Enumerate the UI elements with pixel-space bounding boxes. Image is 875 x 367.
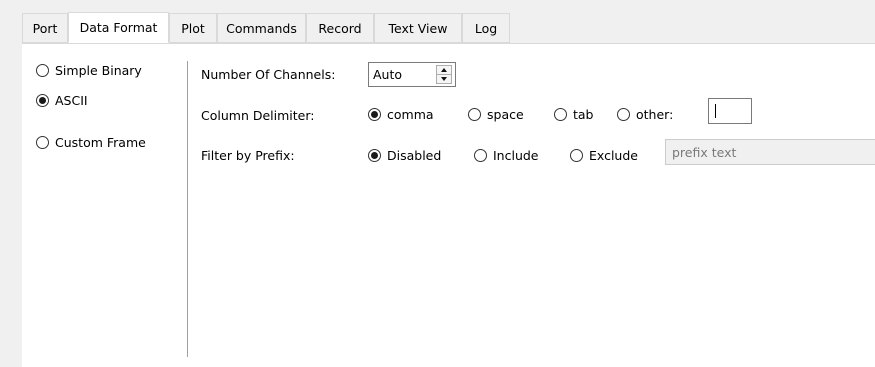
arrow-up-icon — [441, 68, 447, 72]
tab-label: Record — [318, 20, 362, 36]
tab-plot[interactable]: Plot — [169, 13, 217, 43]
serial-plotter-window: Port Data Format Plot Commands Record Te… — [0, 0, 875, 367]
tab-log[interactable]: Log — [462, 13, 510, 43]
tab-label: Commands — [226, 20, 297, 36]
tab-port[interactable]: Port — [22, 13, 68, 43]
tab-record[interactable]: Record — [306, 13, 374, 43]
vertical-divider — [187, 61, 188, 357]
tab-label: Text View — [388, 20, 448, 36]
format-option-label: ASCII — [55, 93, 88, 108]
delimiter-option-label: comma — [387, 107, 434, 122]
radio-unchecked-icon[interactable] — [36, 64, 49, 77]
prefix-text-input[interactable] — [665, 139, 875, 165]
text-caret — [715, 104, 716, 118]
tab-label: Data Format — [79, 20, 158, 35]
radio-unchecked-icon[interactable] — [570, 149, 583, 162]
radio-unchecked-icon[interactable] — [474, 149, 487, 162]
radio-checked-icon[interactable] — [368, 108, 381, 121]
prefix-option-label: Include — [493, 148, 539, 163]
format-option-label: Simple Binary — [55, 63, 142, 78]
delimiter-option-comma[interactable]: comma — [368, 107, 434, 122]
radio-checked-icon[interactable] — [36, 94, 49, 107]
data-format-pane: Simple Binary ASCII Custom Frame Number … — [22, 43, 875, 367]
channels-stepper[interactable] — [436, 65, 452, 84]
delimiter-option-label: tab — [573, 107, 594, 122]
channels-spinbox[interactable]: Auto — [368, 62, 456, 87]
format-option-ascii[interactable]: ASCII — [36, 93, 88, 108]
tab-label: Log — [474, 20, 498, 36]
prefix-label: Filter by Prefix: — [201, 148, 295, 163]
format-option-simple-binary[interactable]: Simple Binary — [36, 63, 142, 78]
radio-unchecked-icon[interactable] — [554, 108, 567, 121]
radio-unchecked-icon[interactable] — [468, 108, 481, 121]
format-option-custom-frame[interactable]: Custom Frame — [36, 135, 146, 150]
radio-checked-icon[interactable] — [368, 149, 381, 162]
channels-value[interactable]: Auto — [369, 67, 436, 82]
tab-label: Plot — [181, 20, 205, 36]
tab-label: Port — [32, 20, 58, 36]
arrow-down-icon — [441, 77, 447, 81]
prefix-option-exclude[interactable]: Exclude — [570, 148, 638, 163]
prefix-option-label: Disabled — [387, 148, 442, 163]
delimiter-option-other[interactable]: other: — [617, 107, 673, 122]
delimiter-option-label: other: — [636, 107, 674, 122]
tab-data-format[interactable]: Data Format — [68, 12, 169, 43]
delimiter-label: Column Delimiter: — [201, 108, 315, 123]
radio-unchecked-icon[interactable] — [36, 136, 49, 149]
spin-down-button[interactable] — [437, 74, 451, 83]
tab-commands[interactable]: Commands — [217, 13, 306, 43]
prefix-option-disabled[interactable]: Disabled — [368, 148, 441, 163]
delimiter-option-label: space — [487, 107, 524, 122]
delimiter-option-space[interactable]: space — [468, 107, 524, 122]
tab-text-view[interactable]: Text View — [374, 13, 462, 43]
prefix-option-label: Exclude — [589, 148, 638, 163]
radio-unchecked-icon[interactable] — [617, 108, 630, 121]
delimiter-option-tab[interactable]: tab — [554, 107, 594, 122]
channels-label: Number Of Channels: — [201, 67, 336, 82]
prefix-option-include[interactable]: Include — [474, 148, 539, 163]
format-option-label: Custom Frame — [55, 135, 146, 150]
spin-up-button[interactable] — [437, 66, 451, 74]
